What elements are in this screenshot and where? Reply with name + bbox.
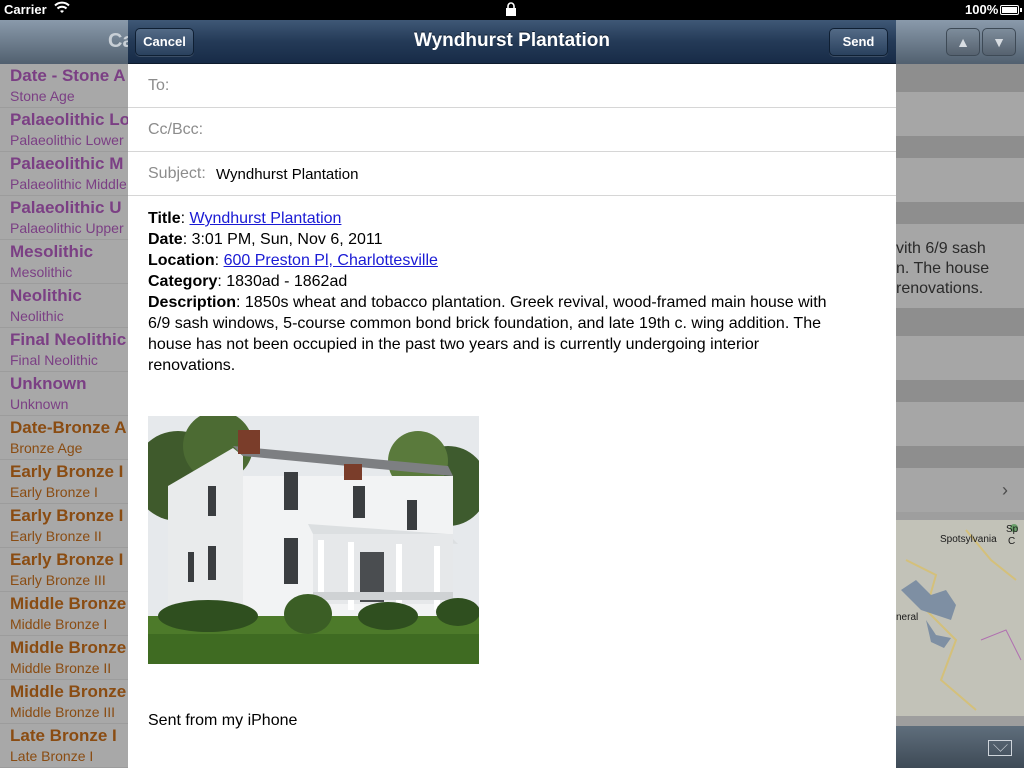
list-item: Middle Bronze Middle Bronze I: [0, 592, 130, 636]
list-item-title: Middle Bronze: [10, 594, 127, 613]
list-item: Final Neolithic Final Neolithic: [0, 328, 130, 372]
body-date-line: Date: 3:01 PM, Sun, Nov 6, 2011: [148, 231, 383, 248]
status-bar: Carrier 100%: [0, 0, 1024, 20]
to-label: To:: [148, 77, 170, 94]
list-item-title: Early Bronze I: [10, 550, 124, 569]
list-item: Neolithic Neolithic: [0, 284, 130, 328]
list-item-title: Neolithic: [10, 286, 82, 305]
cancel-button[interactable]: Cancel: [135, 28, 194, 56]
list-item: Early Bronze I Early Bronze II: [0, 504, 130, 548]
list-item-subtitle: Stone Age: [10, 88, 75, 104]
list-item: Date - Stone A Stone Age: [0, 64, 130, 108]
list-item-title: Middle Bronze: [10, 682, 127, 701]
description-text-4: renovations.: [148, 357, 236, 374]
attached-house-photo: [148, 416, 479, 664]
list-item-subtitle: Palaeolithic Lower: [10, 132, 124, 148]
mail-icon: [988, 740, 1012, 756]
list-item: Palaeolithic M Palaeolithic Middle: [0, 152, 130, 196]
subject-label: Subject:: [148, 165, 206, 182]
ccbcc-field[interactable]: Cc/Bcc:: [128, 108, 896, 152]
battery-percent: 100%: [965, 2, 999, 17]
battery-icon: [1000, 5, 1022, 15]
list-item-subtitle: Bronze Age: [10, 440, 83, 456]
list-item: Palaeolithic Lo Palaeolithic Lower: [0, 108, 130, 152]
subject-field[interactable]: Subject: Wyndhurst Plantation: [128, 152, 896, 196]
list-item-subtitle: Final Neolithic: [10, 352, 98, 368]
description-text-2: 6/9 sash windows, 5-course common bond b…: [148, 315, 821, 332]
compose-title: Wyndhurst Plantation: [414, 30, 610, 51]
list-item-subtitle: Late Bronze I: [10, 748, 94, 764]
lock-icon: [505, 2, 517, 19]
list-item: Date-Bronze A Bronze Age: [0, 416, 130, 460]
list-item: Unknown Unknown: [0, 372, 130, 416]
ccbcc-label: Cc/Bcc:: [148, 121, 204, 138]
list-item-subtitle: Middle Bronze II: [10, 660, 112, 676]
body-location-line: Location: 600 Preston Pl, Charlottesvill…: [148, 252, 438, 269]
list-item-title: Date - Stone A: [10, 66, 126, 85]
date-value: 3:01 PM, Sun, Nov 6, 2011: [191, 231, 383, 248]
chevron-right-icon: ›: [1002, 480, 1008, 500]
compose-nav-bar: Wyndhurst Plantation Cancel Send: [128, 20, 896, 64]
map-label-edge: Sp: [1006, 524, 1019, 535]
body-category-line: Category: 1830ad - 1862ad: [148, 273, 348, 290]
list-item-subtitle: Unknown: [10, 396, 69, 412]
map-label-spotsylvania: Spotsylvania: [940, 534, 997, 545]
description-text-1: : 1850s wheat and tobacco plantation. Gr…: [236, 294, 827, 311]
list-item-title: Early Bronze I: [10, 462, 124, 481]
category-value: 1830ad - 1862ad: [226, 273, 348, 290]
list-item-title: Mesolithic: [10, 242, 94, 261]
list-item: Mesolithic Mesolithic: [0, 240, 130, 284]
body-title-line: Title: Wyndhurst Plantation: [148, 210, 342, 227]
list-item-subtitle: Early Bronze I: [10, 484, 98, 500]
subject-value[interactable]: Wyndhurst Plantation: [216, 166, 358, 183]
previous-arrow-button: ▲: [946, 28, 980, 56]
map-label-edge-2: C: [1008, 536, 1016, 547]
list-item-subtitle: Palaeolithic Middle: [10, 176, 127, 192]
compose-mail-sheet: Wyndhurst Plantation Cancel Send To: Cc/…: [128, 20, 896, 768]
list-item: Late Bronze I Late Bronze I: [0, 724, 130, 768]
background-period-list: Date - Stone A Stone Age Palaeolithic Lo Pa…: [0, 64, 130, 768]
send-button[interactable]: Send: [829, 28, 888, 56]
next-arrow-button: ▼: [982, 28, 1016, 56]
list-item: Early Bronze I Early Bronze I: [0, 460, 130, 504]
description-text-3: house has not been occupied in the past …: [148, 336, 760, 353]
list-item: Middle Bronze Middle Bronze II: [0, 636, 130, 680]
list-item-subtitle: Mesolithic: [10, 264, 73, 280]
list-item-title: Palaeolithic Lo: [10, 110, 130, 129]
map-label-lake: neral: [896, 612, 919, 623]
list-item-title: Palaeolithic U: [10, 198, 122, 217]
list-item-title: Palaeolithic M: [10, 154, 124, 173]
list-item-subtitle: Palaeolithic Upper: [10, 220, 124, 236]
list-item-subtitle: Neolithic: [10, 308, 64, 324]
background-description: vith 6/9 sash n. The house renovations.: [896, 240, 990, 297]
background-map: Spotsylvania Sp C neral: [896, 520, 1024, 716]
email-signature: Sent from my iPhone: [148, 712, 298, 729]
carrier-label: Carrier: [4, 2, 47, 17]
title-link[interactable]: Wyndhurst Plantation: [190, 210, 342, 227]
list-item-title: Final Neolithic: [10, 330, 127, 349]
list-item: Early Bronze I Early Bronze III: [0, 548, 130, 592]
wifi-icon: [54, 1, 70, 18]
list-item-title: Middle Bronze: [10, 638, 127, 657]
message-body[interactable]: Title: Wyndhurst Plantation Date: 3:01 P…: [148, 208, 878, 376]
list-item: Palaeolithic U Palaeolithic Upper: [0, 196, 130, 240]
list-item-title: Date-Bronze A: [10, 418, 127, 437]
to-field[interactable]: To:: [128, 64, 896, 108]
location-link[interactable]: 600 Preston Pl, Charlottesville: [224, 252, 438, 269]
list-item: Middle Bronze Middle Bronze III: [0, 680, 130, 724]
body-description-line: Description: 1850s wheat and tobacco pla…: [148, 294, 827, 311]
list-item-subtitle: Middle Bronze I: [10, 616, 108, 632]
list-item-subtitle: Early Bronze II: [10, 528, 102, 544]
list-item-title: Unknown: [10, 374, 87, 393]
list-item-title: Early Bronze I: [10, 506, 124, 525]
list-item-subtitle: Middle Bronze III: [10, 704, 116, 720]
list-item-subtitle: Early Bronze III: [10, 572, 106, 588]
background-detail-pane: vith 6/9 sash n. The house renovations. …: [896, 64, 1024, 768]
background-toolbar: [896, 726, 1024, 768]
list-item-title: Late Bronze I: [10, 726, 117, 745]
